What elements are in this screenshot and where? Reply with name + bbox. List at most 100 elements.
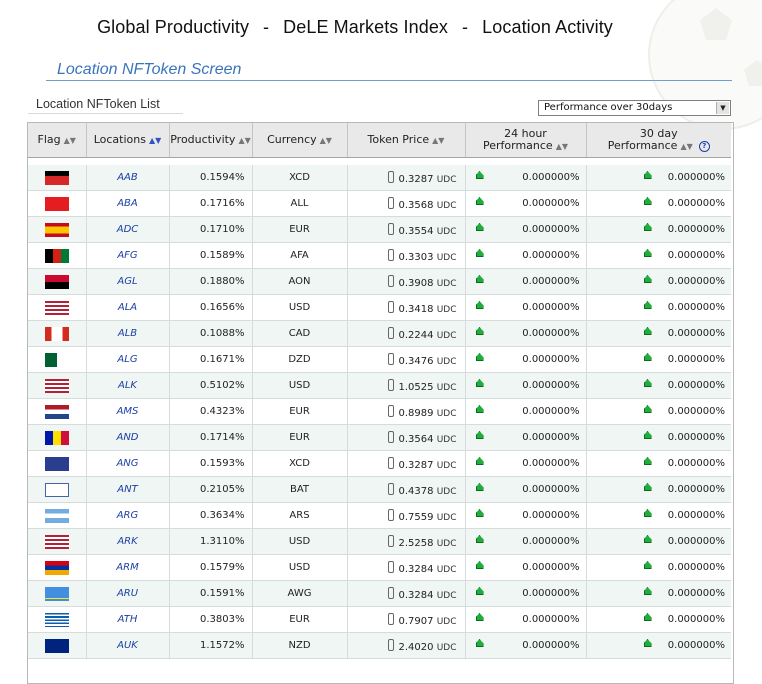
sort-icon[interactable]: ▲▼ (556, 142, 568, 151)
location-code[interactable]: AUK (86, 632, 170, 659)
column-header-token-price[interactable]: Token Price ▲▼ (347, 123, 466, 158)
up-arrow-icon (643, 223, 652, 231)
location-code[interactable]: ARK (86, 528, 170, 555)
performance-24h-cell: 0.000000% (465, 450, 587, 477)
location-code[interactable]: ANG (86, 450, 170, 477)
location-code[interactable]: AFG (86, 242, 170, 269)
token-unit: UDC (436, 382, 457, 393)
table-row[interactable]: AFG 0.1589% AFA 0.3303 UDC 0.000000% 0.000000… (28, 242, 731, 269)
location-code[interactable]: ATH (86, 606, 170, 633)
location-code[interactable]: ARM (86, 554, 170, 581)
table-row[interactable]: ARG 0.3634% ARS 0.7559 UDC 0.000000% 0.000000… (28, 502, 731, 529)
location-code[interactable]: ARG (86, 502, 170, 529)
table-row[interactable]: ARU 0.1591% AWG 0.3284 UDC 0.000000% 0.000000… (28, 580, 731, 607)
column-header-30d-performance[interactable]: 30 day Performance ▲▼? (586, 123, 731, 158)
up-arrow-icon (475, 301, 484, 309)
performance-30d-cell: 0.000000% (586, 216, 731, 243)
column-header-currency[interactable]: Currency ▲▼ (252, 123, 348, 158)
flag-cell (28, 216, 87, 243)
up-arrow-icon (643, 275, 652, 283)
location-code[interactable]: ALA (86, 294, 170, 321)
location-code[interactable]: ABA (86, 190, 170, 217)
table-row[interactable]: ANG 0.1593% XCD 0.3287 UDC 0.000000% 0.000000… (28, 450, 731, 477)
performance-24h-value: 0.000000% (522, 614, 580, 625)
column-header-24h-performance[interactable]: 24 hour Performance ▲▼ (465, 123, 587, 158)
table-row[interactable]: ABA 0.1716% ALL 0.3568 UDC 0.000000% 0.000000… (28, 190, 731, 217)
token-unit: UDC (436, 408, 457, 419)
token-coin-icon (387, 534, 394, 547)
table-row[interactable]: ALG 0.1671% DZD 0.3476 UDC 0.000000% 0.000000… (28, 346, 731, 373)
column-header-flag[interactable]: Flag ▲▼ (28, 123, 87, 158)
token-price-value: 1.0525 (398, 381, 434, 393)
country-flag-icon (44, 404, 69, 419)
performance-30d-cell: 0.000000% (586, 476, 731, 503)
table-row[interactable]: ARM 0.1579% USD 0.3284 UDC 0.000000% 0.000000… (28, 554, 731, 581)
currency-code: USD (252, 528, 348, 555)
flag-cell (28, 502, 87, 529)
sort-icon[interactable]: ▲▼ (149, 136, 161, 145)
location-code[interactable]: ANT (86, 476, 170, 503)
sort-icon[interactable]: ▲▼ (64, 136, 76, 145)
sort-icon[interactable]: ▲▼ (320, 136, 332, 145)
performance-period-select[interactable]: Performance over 30days ▼ (538, 100, 731, 116)
performance-24h-cell: 0.000000% (465, 424, 587, 451)
table-row[interactable]: ARK 1.3110% USD 2.5258 UDC 0.000000% 0.000000… (28, 528, 731, 555)
location-code[interactable]: AGL (86, 268, 170, 295)
location-code[interactable]: ALB (86, 320, 170, 347)
column-header-locations[interactable]: Locations ▲▼ (86, 123, 170, 158)
up-arrow-icon (475, 509, 484, 517)
table-row[interactable]: ANT 0.2105% BAT 0.4378 UDC 0.000000% 0.000000… (28, 476, 731, 503)
location-code[interactable]: ALK (86, 372, 170, 399)
up-arrow-icon (475, 327, 484, 335)
country-flag-icon (44, 638, 69, 653)
table-row[interactable]: ATH 0.3803% EUR 0.7907 UDC 0.000000% 0.000000… (28, 606, 731, 633)
currency-code: XCD (252, 450, 348, 477)
location-code[interactable]: AND (86, 424, 170, 451)
performance-24h-value: 0.000000% (522, 380, 580, 391)
table-row[interactable]: ALK 0.5102% USD 1.0525 UDC 0.000000% 0.000000… (28, 372, 731, 399)
location-code[interactable]: ARU (86, 580, 170, 607)
location-code[interactable]: AMS (86, 398, 170, 425)
location-code[interactable]: ADC (86, 216, 170, 243)
table-row[interactable]: ALB 0.1088% CAD 0.2244 UDC 0.000000% 0.000000… (28, 320, 731, 347)
list-title: Location NFToken List (36, 97, 160, 111)
up-arrow-icon (643, 561, 652, 569)
page-header-title: Global Productivity - DeLE Markets Index - L… (0, 17, 710, 38)
performance-30d-cell: 0.000000% (586, 242, 731, 269)
performance-30d-value: 0.000000% (667, 302, 725, 313)
token-price-cell: 2.5258 UDC (347, 528, 466, 555)
token-unit: UDC (436, 590, 457, 601)
country-flag-icon (44, 560, 69, 575)
token-price-value: 0.3284 (398, 563, 434, 575)
performance-24h-value: 0.000000% (522, 536, 580, 547)
table-row[interactable]: ADC 0.1710% EUR 0.3554 UDC 0.000000% 0.000000… (28, 216, 731, 243)
token-price-cell: 0.3284 UDC (347, 580, 466, 607)
performance-30d-value: 0.000000% (667, 614, 725, 625)
table-row[interactable]: AGL 0.1880% AON 0.3908 UDC 0.000000% 0.000000… (28, 268, 731, 295)
column-header-productivity[interactable]: Productivity ▲▼ (169, 123, 253, 158)
currency-code: EUR (252, 606, 348, 633)
performance-24h-value: 0.000000% (522, 484, 580, 495)
table-row[interactable]: ALA 0.1656% USD 0.3418 UDC 0.000000% 0.000000… (28, 294, 731, 321)
help-icon[interactable]: ? (698, 140, 710, 152)
flag-cell (28, 372, 87, 399)
location-code[interactable]: ALG (86, 346, 170, 373)
table-row[interactable]: AUK 1.1572% NZD 2.4020 UDC 0.000000% 0.000000… (28, 632, 731, 659)
table-row[interactable]: AND 0.1714% EUR 0.3564 UDC 0.000000% 0.000000… (28, 424, 731, 451)
token-unit: UDC (436, 486, 457, 497)
performance-30d-value: 0.000000% (667, 510, 725, 521)
token-price-value: 0.3303 (398, 251, 434, 263)
table-row[interactable]: AAB 0.1594% XCD 0.3287 UDC 0.000000% 0.000000… (28, 165, 731, 191)
up-arrow-icon (643, 353, 652, 361)
token-coin-icon (387, 300, 394, 313)
dropdown-arrow-icon[interactable]: ▼ (716, 102, 729, 114)
performance-24h-cell: 0.000000% (465, 606, 587, 633)
performance-30d-value: 0.000000% (667, 432, 725, 443)
up-arrow-icon (643, 171, 652, 179)
table-row[interactable]: AMS 0.4323% EUR 0.8989 UDC 0.000000% 0.000000… (28, 398, 731, 425)
sort-icon[interactable]: ▲▼ (238, 136, 250, 145)
location-code[interactable]: AAB (86, 165, 170, 191)
up-arrow-icon (475, 613, 484, 621)
sort-icon[interactable]: ▲▼ (680, 142, 692, 151)
sort-icon[interactable]: ▲▼ (432, 136, 444, 145)
